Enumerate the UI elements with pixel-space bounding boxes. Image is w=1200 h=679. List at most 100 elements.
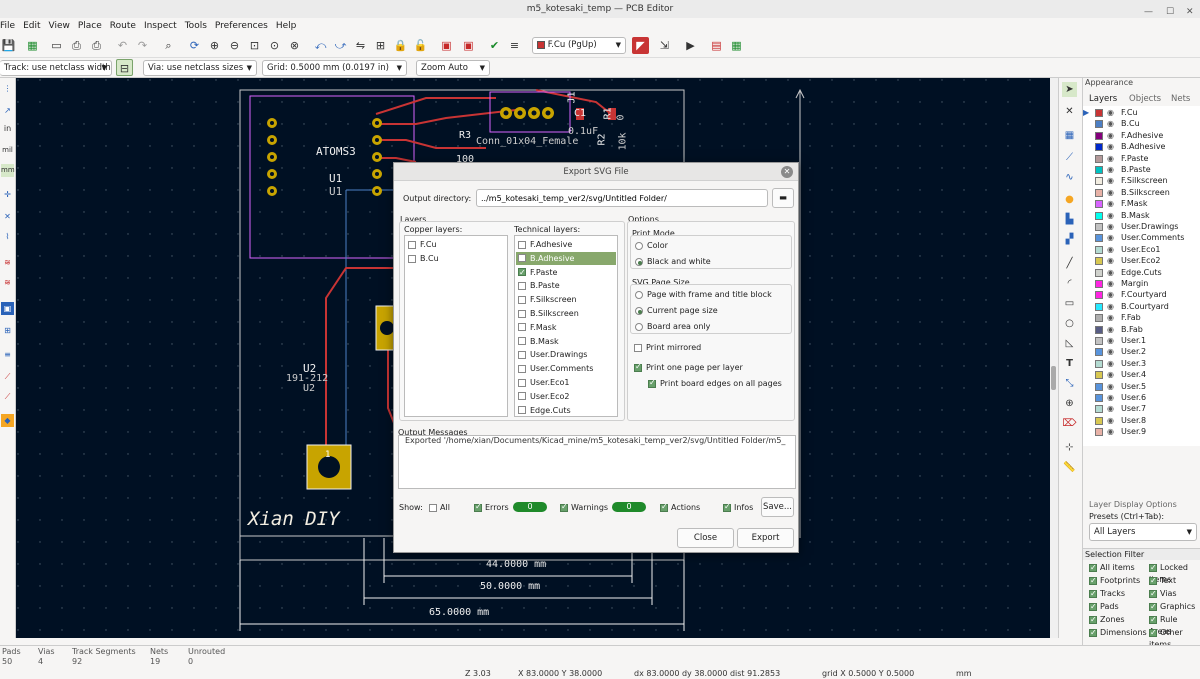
- footprint-icon[interactable]: ▦: [1062, 128, 1077, 143]
- layer-color-swatch[interactable]: [1095, 188, 1103, 197]
- visibility-eye-icon[interactable]: ◉: [1107, 198, 1114, 209]
- track-width-select[interactable]: Track: use netclass width ▼: [0, 60, 112, 76]
- page-frame-radio[interactable]: Page with frame and title block: [635, 290, 772, 299]
- pads-icon[interactable]: ▣: [1, 302, 14, 315]
- menu-tools[interactable]: Tools: [181, 18, 211, 34]
- menu-view[interactable]: View: [45, 18, 74, 34]
- layer-color-swatch[interactable]: [1095, 143, 1103, 152]
- appearance-layer-row[interactable]: ◉ B.Mask: [1083, 210, 1195, 221]
- rule-area-icon[interactable]: ▞: [1062, 232, 1077, 247]
- polar-icon[interactable]: ↗: [1, 104, 14, 117]
- technical-layer-item[interactable]: F.Adhesive: [518, 238, 617, 251]
- undo-icon[interactable]: ↶: [114, 37, 131, 54]
- visibility-eye-icon[interactable]: ◉: [1107, 392, 1114, 403]
- menu-edit[interactable]: Edit: [19, 18, 44, 34]
- filter-all-checkbox[interactable]: All: [429, 503, 450, 512]
- appearance-layer-row[interactable]: ◉ F.Courtyard: [1083, 289, 1195, 300]
- print-icon[interactable]: ⎙: [68, 37, 85, 54]
- via-size-select[interactable]: Via: use netclass sizes ▼: [143, 60, 257, 76]
- layer-color-swatch[interactable]: [1095, 166, 1103, 174]
- cursor-icon[interactable]: ✛: [1, 188, 14, 201]
- layer-color-swatch[interactable]: [1095, 359, 1103, 368]
- dimension-icon[interactable]: ⤡: [1062, 376, 1077, 391]
- browse-folder-button[interactable]: ▬: [772, 188, 794, 208]
- visibility-eye-icon[interactable]: ◉: [1107, 278, 1114, 289]
- visibility-eye-icon[interactable]: ◉: [1107, 175, 1114, 186]
- appearance-layer-row[interactable]: ◉ User.8: [1083, 415, 1195, 426]
- filter-checkbox[interactable]: [1149, 601, 1157, 613]
- filter-checkbox[interactable]: [1149, 588, 1157, 600]
- layer-checkbox[interactable]: [408, 254, 416, 263]
- tracks-icon[interactable]: ≡: [1, 348, 14, 361]
- current-page-radio[interactable]: Current page size: [635, 306, 718, 315]
- presets-select[interactable]: All Layers ▼: [1089, 523, 1197, 541]
- layer-checkbox[interactable]: [518, 323, 526, 332]
- layer-color-swatch[interactable]: [1095, 405, 1103, 414]
- layer-color-swatch[interactable]: [1095, 245, 1103, 254]
- visibility-eye-icon[interactable]: ◉: [1107, 130, 1114, 141]
- layer-color-swatch[interactable]: [1095, 394, 1103, 402]
- find-icon[interactable]: ⌕: [160, 37, 177, 54]
- visibility-eye-icon[interactable]: ◉: [1107, 232, 1114, 243]
- layer-checkbox[interactable]: [408, 240, 416, 249]
- appearance-layer-row[interactable]: ◉ B.Adhesive: [1083, 141, 1195, 152]
- drc-icon[interactable]: ✔: [486, 37, 503, 54]
- tab-nets[interactable]: Nets: [1171, 92, 1190, 106]
- via-icon[interactable]: ●: [1062, 192, 1077, 207]
- measure-icon[interactable]: 📏: [1062, 460, 1077, 475]
- appearance-layer-row[interactable]: ◉ F.Fab: [1083, 312, 1195, 323]
- arc-icon[interactable]: ◜: [1062, 276, 1077, 291]
- layer-color-swatch[interactable]: [1095, 382, 1103, 391]
- layer-color-swatch[interactable]: [1095, 223, 1103, 231]
- visibility-eye-icon[interactable]: ◉: [1107, 346, 1114, 357]
- menu-place[interactable]: Place: [74, 18, 106, 34]
- copper-layer-item[interactable]: F.Cu: [408, 238, 508, 251]
- selection-filter-item[interactable]: Footprints: [1089, 575, 1140, 587]
- zoom-in-icon[interactable]: ⊕: [206, 37, 223, 54]
- technical-layer-item[interactable]: B.Mask: [518, 335, 617, 348]
- rotate-ccw-icon[interactable]: ⤺: [312, 37, 329, 54]
- visibility-eye-icon[interactable]: ◉: [1107, 324, 1114, 335]
- appearance-layer-row[interactable]: ▶ ◉ F.Cu: [1083, 107, 1195, 118]
- layer-color-swatch[interactable]: [1095, 428, 1103, 437]
- pdf-icon[interactable]: ▤: [708, 37, 725, 54]
- layer-color-swatch[interactable]: [1095, 154, 1103, 163]
- technical-layer-item[interactable]: F.Paste: [518, 266, 617, 279]
- selection-filter-item[interactable]: Text: [1149, 575, 1176, 587]
- technical-layer-item[interactable]: Edge.Cuts: [518, 404, 617, 416]
- zone-outline-icon[interactable]: ≋: [1, 276, 14, 289]
- selection-filter-item[interactable]: Dimensions: [1089, 627, 1147, 639]
- technical-layer-item[interactable]: B.Paste: [518, 279, 617, 292]
- appearance-layer-row[interactable]: ◉ User.6: [1083, 392, 1195, 403]
- selection-filter-item[interactable]: Tracks: [1089, 588, 1125, 600]
- output-messages-box[interactable]: Exported '/home/xian/Documents/Kicad_min…: [398, 435, 796, 489]
- visibility-eye-icon[interactable]: ◉: [1107, 164, 1114, 175]
- net-color-icon[interactable]: ⟋: [1, 390, 14, 403]
- technical-layer-item[interactable]: F.Silkscreen: [518, 293, 617, 306]
- appearance-layer-row[interactable]: ◉ Edge.Cuts: [1083, 267, 1195, 278]
- appearance-layer-row[interactable]: ◉ User.5: [1083, 381, 1195, 392]
- technical-layer-item[interactable]: B.Silkscreen: [518, 307, 617, 320]
- layer-color-swatch[interactable]: [1095, 337, 1103, 345]
- units-mm-button[interactable]: mm: [1, 164, 15, 177]
- layer-color-swatch[interactable]: [1095, 268, 1103, 277]
- layer-color-swatch[interactable]: [1095, 200, 1103, 209]
- layer-color-swatch[interactable]: [1095, 234, 1103, 243]
- visibility-eye-icon[interactable]: ◉: [1107, 187, 1114, 198]
- plot-icon[interactable]: ⎙: [88, 37, 105, 54]
- layer-checkbox[interactable]: [518, 254, 526, 263]
- route-track-icon[interactable]: ⟋: [1062, 150, 1077, 165]
- appearance-layer-row[interactable]: ◉ User.Eco2: [1083, 255, 1195, 266]
- zoom-objects-icon[interactable]: ⊙: [266, 37, 283, 54]
- zoom-fit-icon[interactable]: ⊡: [246, 37, 263, 54]
- visibility-eye-icon[interactable]: ◉: [1107, 335, 1114, 346]
- technical-layer-item[interactable]: F.Mask: [518, 321, 617, 334]
- copper-layer-item[interactable]: B.Cu: [408, 252, 508, 265]
- appearance-layer-row[interactable]: ◉ B.Fab: [1083, 324, 1195, 335]
- selection-filter-item[interactable]: Vias: [1149, 588, 1177, 600]
- visibility-eye-icon[interactable]: ◉: [1107, 415, 1114, 426]
- appearance-layer-row[interactable]: ◉ User.4: [1083, 369, 1195, 380]
- delete-icon[interactable]: ⌦: [1062, 416, 1077, 431]
- filter-checkbox[interactable]: [1149, 627, 1157, 639]
- appearance-layer-row[interactable]: ◉ User.2: [1083, 346, 1195, 357]
